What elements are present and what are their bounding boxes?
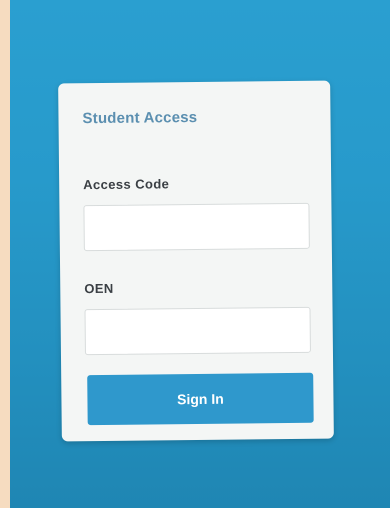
card-title: Student Access: [82, 108, 198, 128]
access-code-input[interactable]: [83, 202, 310, 252]
sign-in-button[interactable]: Sign In: [87, 372, 314, 426]
screen-background: Student Access Access Code OEN Sign In: [10, 0, 390, 508]
login-card: Student Access Access Code OEN Sign In: [58, 80, 334, 442]
oen-label: OEN: [84, 280, 114, 297]
oen-input[interactable]: [84, 306, 311, 356]
access-code-label: Access Code: [83, 176, 170, 193]
